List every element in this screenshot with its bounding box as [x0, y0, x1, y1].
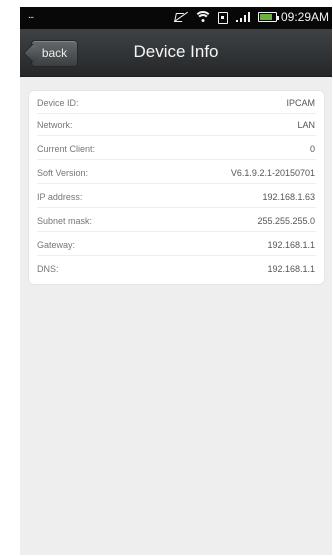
row-divider	[37, 255, 316, 256]
gateway-label: Gateway:	[37, 240, 76, 250]
wifi-icon	[193, 11, 212, 23]
navigation-bar: back Device Info	[20, 29, 332, 77]
battery-level-fill	[259, 14, 273, 20]
device-id-value: IPCAM	[286, 98, 315, 108]
status-time: 09:29AM	[280, 10, 329, 24]
row-divider	[37, 183, 316, 184]
soft-version-label: Soft Version:	[37, 168, 89, 178]
info-row-dns: DNS: 192.168.1.1	[29, 258, 324, 280]
info-row-device-id: Device ID: IPCAM	[29, 92, 324, 114]
subnet-mask-value: 255.255.255.0	[257, 216, 315, 226]
info-row-network: Network: LAN	[29, 114, 324, 136]
row-divider	[37, 207, 316, 208]
battery-icon	[257, 12, 279, 22]
muted-icon	[173, 11, 189, 23]
row-divider	[37, 231, 316, 232]
info-row-current-client: Current Client: 0	[29, 138, 324, 160]
dns-value: 192.168.1.1	[267, 264, 315, 274]
device-id-label: Device ID:	[37, 98, 79, 108]
row-divider	[37, 135, 316, 136]
gateway-value: 192.168.1.1	[267, 240, 315, 250]
signal-icon	[235, 11, 252, 23]
info-row-subnet-mask: Subnet mask: 255.255.255.0	[29, 210, 324, 232]
menu-dots-icon: ...	[28, 10, 34, 21]
status-icons: 09:29AM	[173, 10, 329, 24]
ip-address-value: 192.168.1.63	[262, 192, 315, 202]
info-row-ip-address: IP address: 192.168.1.63	[29, 186, 324, 208]
info-row-gateway: Gateway: 192.168.1.1	[29, 234, 324, 256]
device-info-card: Device ID: IPCAM Network: LAN Current Cl…	[29, 91, 324, 284]
current-client-label: Current Client:	[37, 144, 96, 154]
soft-version-value: V6.1.9.2.1-20150701	[230, 168, 315, 178]
subnet-mask-label: Subnet mask:	[37, 216, 93, 226]
info-row-soft-version: Soft Version: V6.1.9.2.1-20150701	[29, 162, 324, 184]
dns-label: DNS:	[37, 264, 59, 274]
network-value: LAN	[297, 120, 315, 130]
sim-icon	[217, 11, 229, 24]
row-divider	[37, 159, 316, 160]
current-client-value: 0	[309, 144, 315, 154]
ip-address-label: IP address:	[37, 192, 83, 202]
status-bar: ... 09:29AM	[20, 7, 332, 29]
back-button-label: back	[41, 46, 68, 60]
device-screen: ... 09:29AM back Device Info Device ID: …	[20, 7, 332, 555]
network-label: Network:	[37, 120, 73, 130]
